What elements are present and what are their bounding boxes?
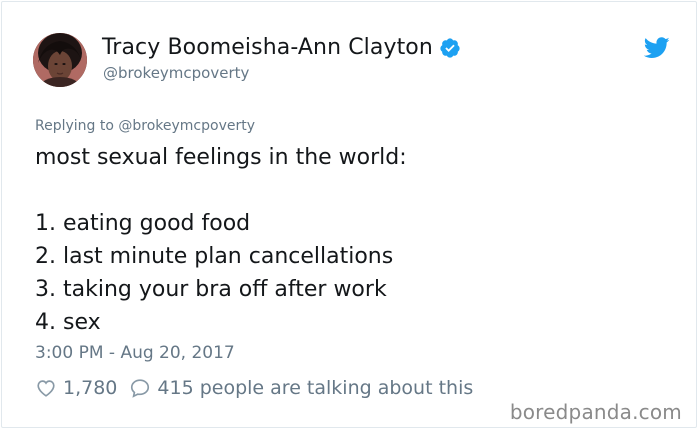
tweet-line (35, 174, 407, 207)
author-row: Tracy Boomeisha-Ann Clayton (102, 35, 461, 60)
tweet-line: 2. last minute plan cancellations (35, 244, 394, 269)
author-name[interactable]: Tracy Boomeisha-Ann Clayton (102, 35, 433, 60)
like-count: 1,780 (63, 377, 118, 399)
author-handle[interactable]: @brokeymcpoverty (103, 64, 249, 82)
twitter-bird-icon[interactable] (643, 37, 670, 59)
watermark: boredpanda.com (509, 400, 682, 424)
replying-mention-link[interactable]: @brokeymcpoverty (118, 118, 255, 134)
tweet-stats: 1,780 415 people are talking about this (35, 377, 473, 399)
tweet-timestamp[interactable]: 3:00 PM - Aug 20, 2017 (35, 343, 235, 363)
avatar[interactable] (33, 33, 87, 87)
verified-badge-icon (439, 37, 461, 59)
tweet-line: 3. taking your bra off after work (35, 277, 387, 302)
replying-prefix: Replying to (35, 118, 119, 134)
tweet-line: 1. eating good food (35, 211, 251, 236)
tweet-card: Tracy Boomeisha-Ann Clayton @brokeymcpov… (1, 1, 697, 428)
talking-count-text[interactable]: 415 people are talking about this (157, 377, 473, 399)
avatar-photo (33, 33, 87, 87)
heart-icon[interactable] (35, 377, 57, 399)
tweet-line: most sexual feelings in the world: (35, 145, 407, 170)
tweet-text: most sexual feelings in the world: 1. ea… (35, 141, 407, 339)
speech-bubble-icon[interactable] (129, 377, 151, 399)
tweet-line: 4. sex (35, 310, 101, 335)
replying-to: Replying to @brokeymcpoverty (35, 118, 255, 134)
